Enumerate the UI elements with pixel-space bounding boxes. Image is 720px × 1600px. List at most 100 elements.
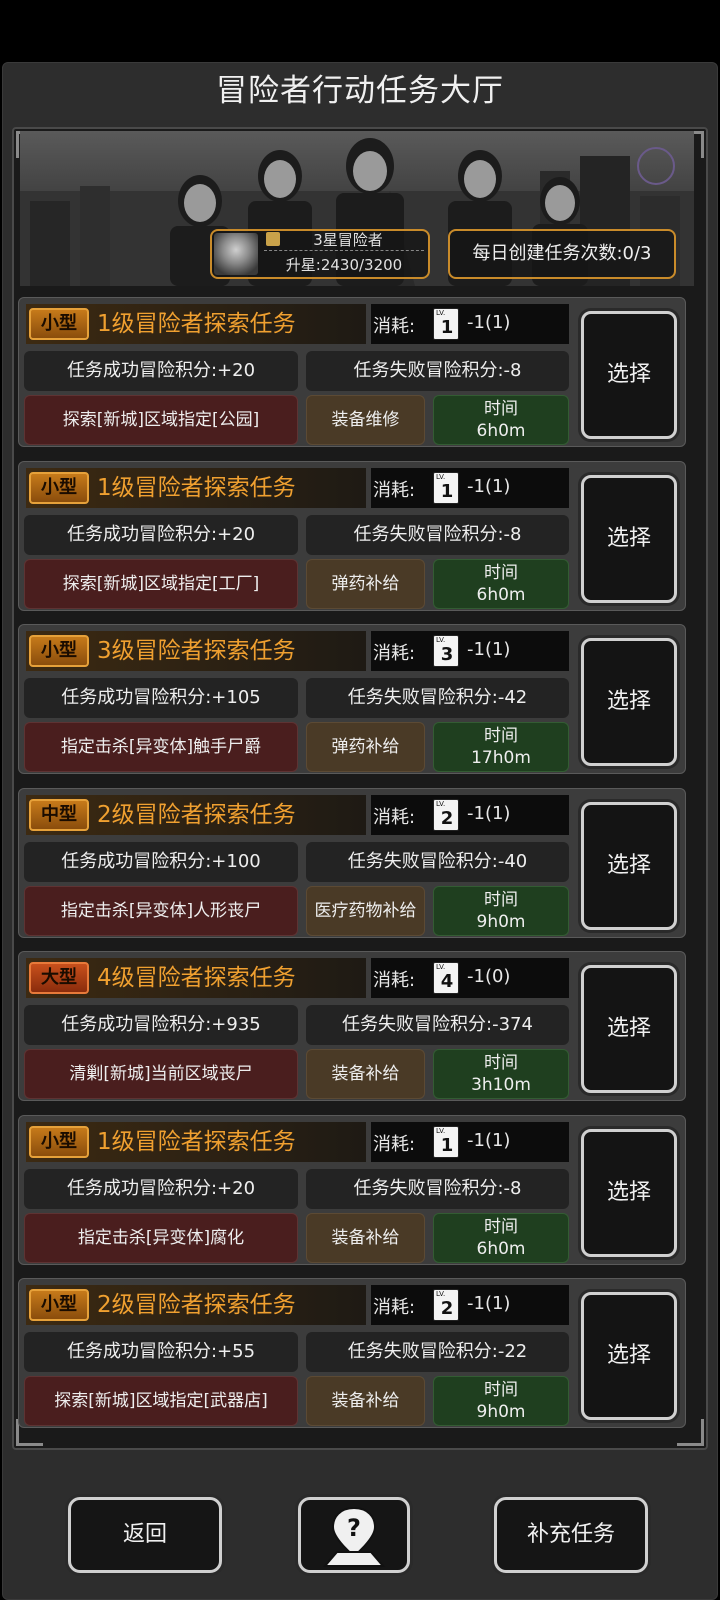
level-card-icon: LV. 1 bbox=[433, 308, 459, 340]
rank-progress: 升星:2430/3200 bbox=[285, 256, 403, 274]
cost-label: 消耗: bbox=[373, 643, 416, 664]
cost-label: 消耗: bbox=[373, 1297, 416, 1318]
task-duration: 时间 6h0m bbox=[433, 1213, 569, 1263]
level-card-number: 1 bbox=[440, 1135, 454, 1156]
task-title: 1级冒险者探索任务 bbox=[97, 311, 296, 337]
success-points: 任务成功冒险积分:+20 bbox=[24, 351, 298, 391]
task-card[interactable]: 小型 2级冒险者探索任务 消耗: LV. 2 -1(1) 任务成功冒险积分:+55 任务失败冒… bbox=[18, 1278, 686, 1428]
success-points: 任务成功冒险积分:+935 bbox=[24, 1005, 298, 1045]
task-size-badge: 小型 bbox=[29, 472, 89, 504]
cost-value: -1(1) bbox=[467, 1293, 511, 1314]
level-card-icon: LV. 1 bbox=[433, 472, 459, 504]
level-card-icon: LV. 2 bbox=[433, 799, 459, 831]
cost-label: 消耗: bbox=[373, 970, 416, 991]
fail-points: 任务失败冒险积分:-8 bbox=[306, 351, 569, 391]
task-reward: 医疗药物补给 bbox=[306, 886, 425, 936]
help-button[interactable]: ? bbox=[298, 1497, 410, 1573]
task-card[interactable]: 大型 4级冒险者探索任务 消耗: LV. 4 -1(0) 任务成功冒险积分:+935 任务失败… bbox=[18, 951, 686, 1101]
task-size-badge: 中型 bbox=[29, 799, 89, 831]
time-label: 时间 bbox=[484, 1053, 518, 1073]
task-card[interactable]: 小型 3级冒险者探索任务 消耗: LV. 3 -1(1) 任务成功冒险积分:+105 任务失败… bbox=[18, 624, 686, 774]
task-title: 3级冒险者探索任务 bbox=[97, 638, 296, 664]
cost-value: -1(1) bbox=[467, 312, 511, 333]
task-title: 1级冒险者探索任务 bbox=[97, 1129, 296, 1155]
level-card-number: 3 bbox=[440, 644, 454, 665]
task-duration: 时间 3h10m bbox=[433, 1049, 569, 1099]
fail-points: 任务失败冒险积分:-42 bbox=[306, 678, 569, 718]
task-title: 1级冒险者探索任务 bbox=[97, 475, 296, 501]
task-target: 指定击杀[异变体]腐化 bbox=[24, 1213, 298, 1263]
select-task-button[interactable]: 选择 bbox=[581, 638, 677, 766]
task-card[interactable]: 小型 1级冒险者探索任务 消耗: LV. 1 -1(1) 任务成功冒险积分:+20 任务失败冒… bbox=[18, 1115, 686, 1265]
cost-label: 消耗: bbox=[373, 807, 416, 828]
task-duration: 时间 6h0m bbox=[433, 559, 569, 609]
fail-points: 任务失败冒险积分:-40 bbox=[306, 842, 569, 882]
back-button[interactable]: 返回 bbox=[68, 1497, 222, 1573]
cost-value: -1(1) bbox=[467, 803, 511, 824]
fail-points: 任务失败冒险积分:-8 bbox=[306, 1169, 569, 1209]
success-points: 任务成功冒险积分:+55 bbox=[24, 1332, 298, 1372]
page-title: 冒险者行动任务大厅 bbox=[216, 73, 504, 109]
task-title: 4级冒险者探索任务 bbox=[97, 965, 296, 991]
success-points: 任务成功冒险积分:+20 bbox=[24, 1169, 298, 1209]
task-size-badge: 小型 bbox=[29, 1126, 89, 1158]
time-value: 9h0m bbox=[476, 912, 526, 932]
daily-task-counter: 每日创建任务次数:0/3 bbox=[448, 229, 676, 279]
time-label: 时间 bbox=[484, 890, 518, 910]
fail-points: 任务失败冒险积分:-22 bbox=[306, 1332, 569, 1372]
rank-star-icon bbox=[266, 232, 280, 246]
cost-value: -1(1) bbox=[467, 639, 511, 660]
time-value: 6h0m bbox=[476, 1239, 526, 1259]
task-reward: 装备补给 bbox=[306, 1049, 425, 1099]
player-avatar[interactable] bbox=[214, 233, 258, 275]
select-task-button[interactable]: 选择 bbox=[581, 311, 677, 439]
task-duration: 时间 9h0m bbox=[433, 1376, 569, 1426]
level-card-lv: LV. bbox=[436, 1290, 446, 1298]
time-value: 3h10m bbox=[471, 1075, 531, 1095]
time-value: 17h0m bbox=[471, 748, 531, 768]
level-card-lv: LV. bbox=[436, 800, 446, 808]
task-reward: 弹药补给 bbox=[306, 722, 425, 772]
task-duration: 时间 9h0m bbox=[433, 886, 569, 936]
rank-name: 3星冒险者 bbox=[313, 231, 383, 249]
select-task-button[interactable]: 选择 bbox=[581, 1129, 677, 1257]
fail-points: 任务失败冒险积分:-374 bbox=[306, 1005, 569, 1045]
cost-value: -1(1) bbox=[467, 476, 511, 497]
task-card[interactable]: 小型 1级冒险者探索任务 消耗: LV. 1 -1(1) 任务成功冒险积分:+20 任务失败冒… bbox=[18, 461, 686, 611]
select-task-button[interactable]: 选择 bbox=[581, 802, 677, 930]
level-card-number: 2 bbox=[440, 808, 454, 829]
level-card-lv: LV. bbox=[436, 636, 446, 644]
task-card[interactable]: 小型 1级冒险者探索任务 消耗: LV. 1 -1(1) 任务成功冒险积分:+20 任务失败冒… bbox=[18, 297, 686, 447]
task-reward: 装备维修 bbox=[306, 395, 425, 445]
refill-tasks-button[interactable]: 补充任务 bbox=[494, 1497, 648, 1573]
time-label: 时间 bbox=[484, 726, 518, 746]
cost-label: 消耗: bbox=[373, 1134, 416, 1155]
task-reward: 弹药补给 bbox=[306, 559, 425, 609]
task-card[interactable]: 中型 2级冒险者探索任务 消耗: LV. 2 -1(1) 任务成功冒险积分:+100 任务失败… bbox=[18, 788, 686, 938]
select-task-button[interactable]: 选择 bbox=[581, 965, 677, 1093]
success-points: 任务成功冒险积分:+100 bbox=[24, 842, 298, 882]
level-card-lv: LV. bbox=[436, 963, 446, 971]
cost-label: 消耗: bbox=[373, 480, 416, 501]
task-duration: 时间 6h0m bbox=[433, 395, 569, 445]
task-target: 清剿[新城]当前区域丧尸 bbox=[24, 1049, 298, 1099]
time-value: 6h0m bbox=[476, 585, 526, 605]
time-value: 9h0m bbox=[476, 1402, 526, 1422]
level-card-icon: LV. 1 bbox=[433, 1126, 459, 1158]
level-card-lv: LV. bbox=[436, 309, 446, 317]
task-reward: 装备补给 bbox=[306, 1213, 425, 1263]
success-points: 任务成功冒险积分:+105 bbox=[24, 678, 298, 718]
cost-value: -1(1) bbox=[467, 1130, 511, 1151]
select-task-button[interactable]: 选择 bbox=[581, 475, 677, 603]
level-card-icon: LV. 2 bbox=[433, 1289, 459, 1321]
task-reward: 装备补给 bbox=[306, 1376, 425, 1426]
select-task-button[interactable]: 选择 bbox=[581, 1292, 677, 1420]
time-label: 时间 bbox=[484, 1380, 518, 1400]
task-target: 探索[新城]区域指定[工厂] bbox=[24, 559, 298, 609]
level-card-number: 2 bbox=[440, 1298, 454, 1319]
success-points: 任务成功冒险积分:+20 bbox=[24, 515, 298, 555]
task-title: 2级冒险者探索任务 bbox=[97, 1292, 296, 1318]
cost-label: 消耗: bbox=[373, 316, 416, 337]
cost-value: -1(0) bbox=[467, 966, 511, 987]
time-label: 时间 bbox=[484, 563, 518, 583]
